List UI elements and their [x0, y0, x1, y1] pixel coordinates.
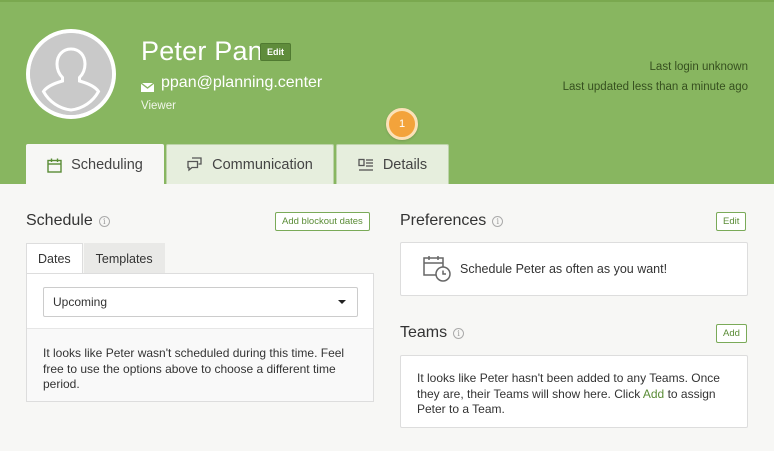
teams-heading: Teams i	[400, 324, 465, 342]
schedule-panel: Upcoming It looks like Peter wasn't sche…	[26, 273, 374, 402]
last-updated-text: Last updated less than a minute ago	[562, 81, 748, 93]
profile-meta: Last login unknown Last updated less tha…	[563, 57, 748, 97]
schedule-empty-message: It looks like Peter wasn't scheduled dur…	[43, 346, 345, 391]
edit-profile-button[interactable]: Edit	[260, 43, 291, 61]
add-team-button[interactable]: Add	[716, 324, 747, 343]
calendar-clock-icon	[422, 255, 452, 288]
tab-details[interactable]: Details	[336, 144, 449, 184]
chevron-down-icon	[338, 300, 346, 304]
profile-email[interactable]: ppan@planning.center	[161, 74, 322, 92]
onboarding-step-badge[interactable]: 1	[386, 108, 418, 140]
teams-card: It looks like Peter hasn't been added to…	[400, 355, 748, 428]
tab-label: Scheduling	[71, 157, 143, 173]
tab-label: Details	[382, 156, 428, 173]
add-team-link[interactable]: Add	[643, 387, 664, 401]
tab-scheduling[interactable]: Scheduling	[26, 144, 164, 185]
preferences-heading: Preferences i	[400, 212, 504, 230]
avatar-placeholder-icon	[30, 33, 112, 115]
mail-icon	[140, 79, 155, 92]
add-blockout-dates-button[interactable]: Add blockout dates	[275, 212, 370, 231]
info-icon[interactable]: i	[98, 215, 110, 227]
preferences-card: Schedule Peter as often as you want!	[400, 242, 748, 296]
schedule-title: Schedule	[26, 212, 93, 229]
schedule-subtabs: Dates Templates	[26, 243, 165, 274]
profile-name: Peter Pan	[141, 36, 263, 66]
subtab-dates[interactable]: Dates	[26, 243, 83, 274]
details-icon	[358, 158, 374, 172]
calendar-icon	[47, 158, 62, 173]
info-icon[interactable]: i	[453, 327, 465, 339]
avatar[interactable]	[26, 29, 116, 119]
teams-title: Teams	[400, 324, 448, 341]
tab-communication[interactable]: Communication	[166, 144, 334, 184]
subtab-templates[interactable]: Templates	[83, 243, 165, 274]
tab-label: Communication	[212, 156, 313, 173]
schedule-filter-area: Upcoming	[27, 274, 373, 329]
preferences-message: Schedule Peter as often as you want!	[460, 262, 668, 276]
email-row: ppan@planning.center	[140, 74, 322, 92]
last-login-text: Last login unknown	[649, 61, 748, 73]
chat-bubbles-icon	[187, 157, 203, 172]
info-icon[interactable]: i	[492, 215, 504, 227]
schedule-heading: Schedule i	[26, 212, 110, 230]
select-value: Upcoming	[53, 295, 108, 309]
edit-preferences-button[interactable]: Edit	[716, 212, 747, 231]
date-range-select[interactable]: Upcoming	[43, 287, 358, 317]
profile-role: Viewer	[141, 100, 176, 112]
teams-empty-message: It looks like Peter hasn't been added to…	[417, 371, 733, 418]
preferences-title: Preferences	[400, 212, 487, 229]
